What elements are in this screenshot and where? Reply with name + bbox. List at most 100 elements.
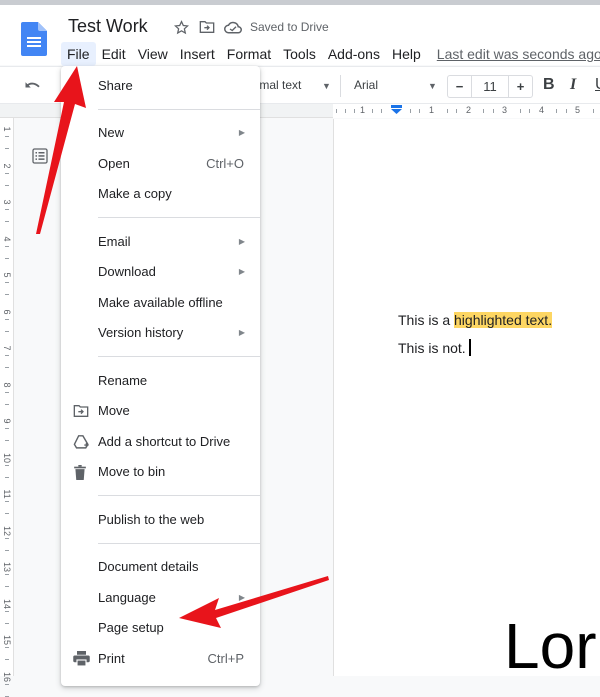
submenu-arrow-icon: ▶ <box>238 236 245 246</box>
font-select[interactable]: Arial <box>354 78 378 92</box>
menu-format[interactable]: Format <box>221 42 277 66</box>
document-title[interactable]: Test Work <box>68 16 148 37</box>
ruler-tick <box>5 257 9 259</box>
keyboard-shortcut: Ctrl+P <box>207 650 244 666</box>
file-menu-item-make-a-copy[interactable]: Make a copy <box>61 179 260 210</box>
document-line-1[interactable]: This is a highlighted text. <box>398 312 553 328</box>
toolbar-divider <box>340 75 341 97</box>
menu-item-label: Publish to the web <box>98 511 205 527</box>
menu-edit[interactable]: Edit <box>96 42 132 66</box>
file-menu-item-move-to-bin[interactable]: Move to bin <box>61 457 260 488</box>
file-menu-item-document-details[interactable]: Document details <box>61 552 260 583</box>
ruler-tick <box>5 391 9 393</box>
menu-item-label: Document details <box>98 559 199 575</box>
ruler-tick <box>5 355 9 356</box>
increase-font-size-button[interactable]: + <box>509 76 532 97</box>
menu-item-label: Move <box>98 403 130 419</box>
file-menu-item-version-history[interactable]: Version history ▶ <box>61 318 260 349</box>
cloud-saved-icon[interactable] <box>220 18 246 36</box>
ruler-label: 1 <box>2 126 12 132</box>
decrease-font-size-button[interactable]: − <box>448 76 471 97</box>
ruler-tick <box>5 403 9 405</box>
ruler-label: 1 <box>360 105 366 115</box>
menu-separator <box>98 108 260 110</box>
move-folder-icon[interactable] <box>194 18 220 36</box>
menu-item-label: Add a shortcut to Drive <box>98 433 231 449</box>
ruler-label: 2 <box>466 105 472 115</box>
docs-header: Test Work Saved to Drive File Edit View … <box>0 5 600 66</box>
file-menu-item-make-available-offline[interactable]: Make available offline <box>61 287 260 318</box>
file-menu-item-page-setup[interactable]: Page setup <box>61 613 260 644</box>
menu-item-label: New <box>98 125 125 141</box>
file-menu-item-rename[interactable]: Rename <box>61 365 260 396</box>
bold-button[interactable]: B <box>543 76 555 94</box>
trash-icon <box>73 464 89 480</box>
menu-help[interactable]: Help <box>386 42 427 66</box>
document-line-2[interactable]: This is not. <box>398 339 471 356</box>
vertical-ruler[interactable]: 1 2 3 4 5 6 7 8 9 10 11 12 13 14 15 16 <box>0 118 14 697</box>
ruler-label: 10 <box>2 452 12 463</box>
menu-view[interactable]: View <box>132 42 174 66</box>
file-menu-item-email[interactable]: Email ▶ <box>61 226 260 257</box>
ruler-tick <box>5 683 9 685</box>
ruler-tick <box>5 695 9 697</box>
font-size-stepper: − 11 + <box>447 75 533 98</box>
italic-button[interactable]: I <box>570 76 576 94</box>
menu-tools[interactable]: Tools <box>277 42 322 66</box>
ruler-label: 5 <box>575 105 581 115</box>
saved-status: Saved to Drive <box>250 20 329 34</box>
ruler-tick <box>5 501 9 502</box>
underline-button[interactable]: U <box>595 76 600 94</box>
star-icon[interactable] <box>168 18 194 36</box>
ruler-label: 8 <box>2 381 12 387</box>
ruler-tick <box>5 330 9 332</box>
highlighted-text: highlighted text. <box>454 312 553 328</box>
file-menu-item-new[interactable]: New ▶ <box>61 118 260 149</box>
drive-shortcut-icon <box>73 434 89 449</box>
ruler-tick <box>5 148 9 149</box>
text-cursor <box>468 339 471 356</box>
print-icon <box>73 651 90 667</box>
ruler-tick <box>5 136 9 137</box>
file-menu-item-language[interactable]: Language ▶ <box>61 582 260 613</box>
undo-icon[interactable] <box>24 77 42 98</box>
chevron-down-icon[interactable]: ▼ <box>428 81 437 91</box>
menu-item-label: Make a copy <box>98 186 172 202</box>
last-edit-link[interactable]: Last edit was seconds ago <box>437 46 600 62</box>
font-size-input[interactable]: 11 <box>471 76 509 97</box>
file-menu-item-download[interactable]: Download ▶ <box>61 257 260 288</box>
document-page[interactable]: This is a highlighted text. This is not.… <box>333 119 600 682</box>
ruler-tick <box>5 549 9 551</box>
plain-text: This is a <box>398 312 455 328</box>
ruler-label: 3 <box>2 199 12 205</box>
submenu-arrow-icon: ▶ <box>238 328 245 338</box>
file-menu-item-add-a-shortcut-to-drive[interactable]: Add a shortcut to Drive <box>61 426 260 457</box>
menu-insert[interactable]: Insert <box>174 42 221 66</box>
ruler-tick <box>5 209 9 210</box>
ruler-label: 5 <box>2 272 12 278</box>
menu-item-label: Print <box>98 650 125 666</box>
document-outline-icon[interactable] <box>32 148 48 164</box>
ruler-tick <box>5 586 9 587</box>
file-menu-item-share[interactable]: Share <box>61 70 260 101</box>
menu-separator <box>98 542 260 544</box>
menu-file[interactable]: File <box>61 42 96 66</box>
file-menu-item-publish-to-the-web[interactable]: Publish to the web <box>61 504 260 535</box>
menu-item-label: Open <box>98 155 130 171</box>
ruler-tick <box>5 428 9 429</box>
ruler-tick <box>5 172 9 174</box>
chevron-down-icon[interactable]: ▼ <box>322 81 331 91</box>
ruler-tick <box>5 245 9 247</box>
ruler-label: 4 <box>539 105 545 115</box>
ruler-label: 7 <box>2 345 12 351</box>
indent-marker-icon[interactable] <box>391 105 402 114</box>
ruler-label: 11 <box>2 489 12 499</box>
file-menu-item-move[interactable]: Move <box>61 396 260 427</box>
file-menu-item-open[interactable]: Open Ctrl+O <box>61 148 260 179</box>
ruler-tick <box>5 513 9 514</box>
submenu-arrow-icon: ▶ <box>238 128 245 138</box>
menu-addons[interactable]: Add-ons <box>322 42 386 66</box>
google-docs-logo-icon[interactable] <box>21 22 47 56</box>
file-menu-item-print[interactable]: Print Ctrl+P <box>61 643 260 674</box>
ruler-tick <box>5 294 9 295</box>
